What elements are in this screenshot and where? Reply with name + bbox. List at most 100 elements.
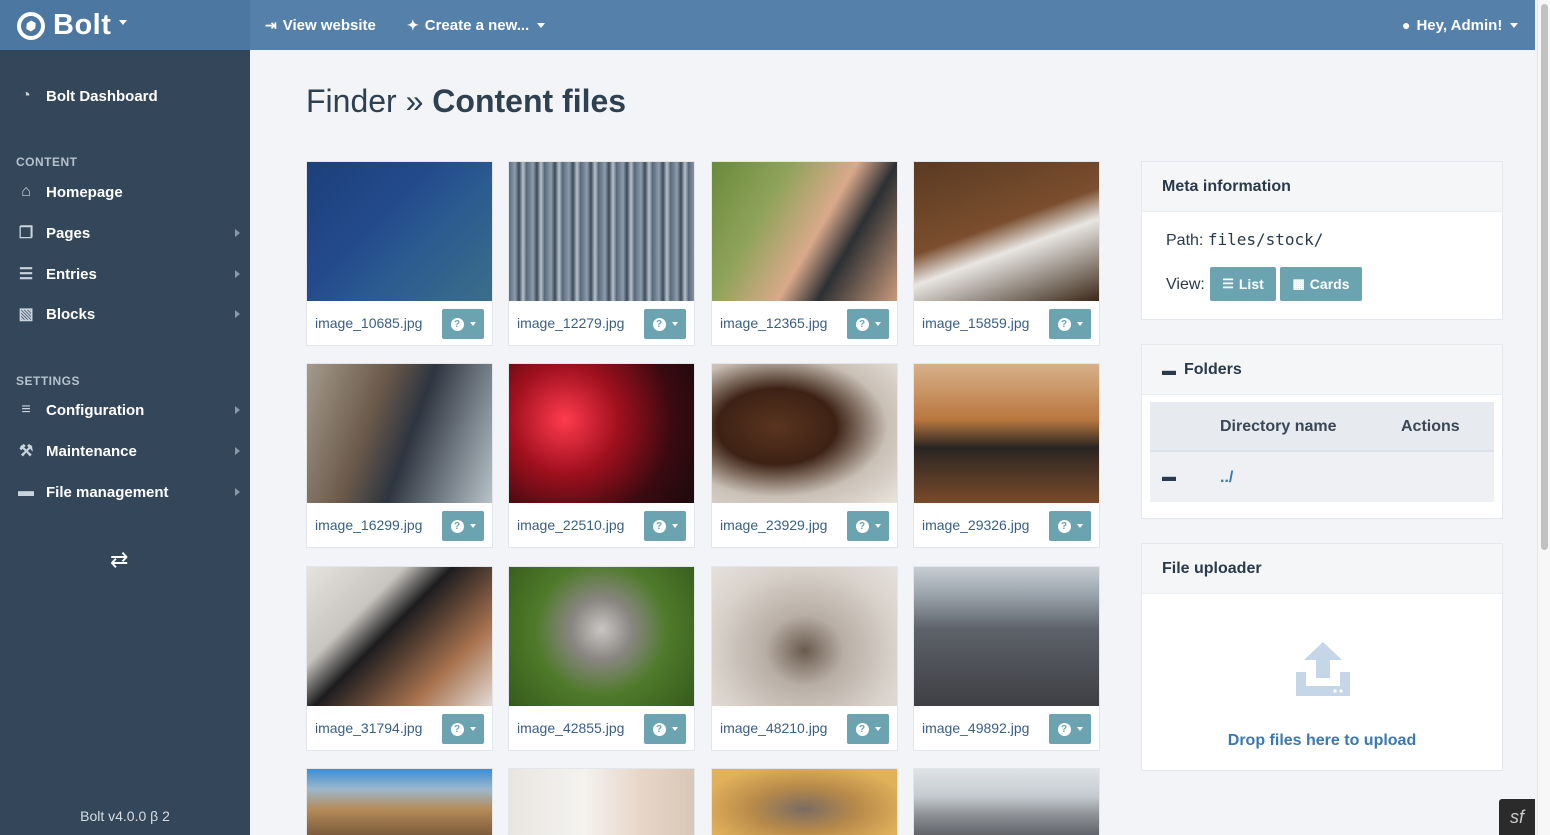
file-thumbnail[interactable] bbox=[712, 162, 897, 301]
sidebar-toggle-icon[interactable]: ⇄ bbox=[110, 547, 128, 573]
file-thumbnail[interactable] bbox=[712, 364, 897, 503]
folders-table-header: Directory name Actions bbox=[1150, 402, 1494, 452]
file-card: image_48210.jpg ? bbox=[711, 566, 898, 751]
sidebar-item-homepage[interactable]: ⌂ Homepage bbox=[0, 174, 250, 210]
folders-heading: ▬ Folders bbox=[1142, 345, 1502, 395]
magic-wand-icon: ✦ bbox=[407, 16, 419, 33]
question-icon: ? bbox=[1057, 317, 1071, 331]
chevron-right-icon bbox=[235, 310, 240, 318]
file-thumbnail[interactable] bbox=[509, 364, 694, 503]
sidebar-item-blocks[interactable]: ▧ Blocks bbox=[0, 296, 250, 332]
file-actions-button[interactable]: ? bbox=[847, 714, 889, 744]
folder-link[interactable]: ../ bbox=[1220, 469, 1233, 487]
file-name-link[interactable]: image_12365.jpg bbox=[720, 315, 827, 331]
question-icon: ? bbox=[450, 317, 464, 331]
file-thumbnail[interactable] bbox=[712, 567, 897, 706]
view-website-link[interactable]: ⇥ View website bbox=[265, 0, 376, 50]
create-new-dropdown[interactable]: ✦ Create a new... bbox=[407, 0, 546, 50]
file-actions-button[interactable]: ? bbox=[644, 714, 686, 744]
sidebar-item-pages[interactable]: ❐ Pages bbox=[0, 215, 250, 251]
blocks-icon: ▧ bbox=[18, 306, 34, 323]
file-card bbox=[711, 768, 898, 835]
file-actions-button[interactable]: ? bbox=[847, 511, 889, 541]
question-icon: ? bbox=[1057, 519, 1071, 533]
brand-menu[interactable]: Bolt bbox=[17, 9, 128, 42]
file-actions-button[interactable]: ? bbox=[644, 511, 686, 541]
file-card bbox=[913, 768, 1100, 835]
sidebar-item-maintenance[interactable]: ⚒ Maintenance bbox=[0, 433, 250, 469]
file-name-link[interactable]: image_10685.jpg bbox=[315, 315, 422, 331]
symfony-toolbar-icon[interactable]: sf bbox=[1499, 799, 1535, 835]
file-thumbnail[interactable] bbox=[307, 162, 492, 301]
file-name-link[interactable]: image_31794.jpg bbox=[315, 720, 422, 736]
file-thumbnail[interactable] bbox=[307, 769, 492, 835]
file-thumbnail[interactable] bbox=[509, 567, 694, 706]
folders-table: Directory name Actions ▬ ../ bbox=[1150, 402, 1494, 502]
sidebar-item-file-management[interactable]: ▬ File management bbox=[0, 474, 250, 510]
file-actions-button[interactable]: ? bbox=[442, 511, 484, 541]
file-thumbnail[interactable] bbox=[509, 162, 694, 301]
page-title: Finder » Content files bbox=[306, 83, 626, 120]
file-actions-button[interactable]: ? bbox=[442, 714, 484, 744]
scrollbar-thumb[interactable] bbox=[1541, 4, 1548, 550]
file-card: image_29326.jpg ? bbox=[913, 363, 1100, 548]
chevron-down-icon bbox=[469, 524, 476, 528]
file-name-link[interactable]: image_15859.jpg bbox=[922, 315, 1029, 331]
cards-view-button[interactable]: ▦ Cards bbox=[1280, 267, 1362, 301]
list-view-button[interactable]: ☰ List bbox=[1210, 267, 1276, 301]
file-thumbnail[interactable] bbox=[307, 567, 492, 706]
sidebar-item-entries[interactable]: ☰ Entries bbox=[0, 256, 250, 292]
chevron-down-icon bbox=[1076, 524, 1083, 528]
file-actions-button[interactable]: ? bbox=[442, 309, 484, 339]
page-scrollbar[interactable] bbox=[1537, 0, 1550, 835]
file-thumbnail[interactable] bbox=[914, 162, 1099, 301]
file-name-link[interactable]: image_42855.jpg bbox=[517, 720, 624, 736]
file-thumbnail[interactable] bbox=[307, 364, 492, 503]
file-actions-button[interactable]: ? bbox=[1049, 309, 1091, 339]
chevron-right-icon bbox=[235, 488, 240, 496]
file-thumbnail[interactable] bbox=[914, 769, 1099, 835]
file-name-link[interactable]: image_29326.jpg bbox=[922, 517, 1029, 533]
chevron-down-icon bbox=[119, 20, 128, 25]
sidebar-item-configuration[interactable]: ≡ Configuration bbox=[0, 392, 250, 428]
file-name-link[interactable]: image_16299.jpg bbox=[315, 517, 422, 533]
file-thumbnail[interactable] bbox=[914, 567, 1099, 706]
upload-icon bbox=[1296, 642, 1350, 696]
file-actions-button[interactable]: ? bbox=[1049, 511, 1091, 541]
user-icon: ● bbox=[1402, 17, 1411, 33]
grid-icon: ▦ bbox=[1292, 276, 1305, 291]
user-menu[interactable]: ● Hey, Admin! bbox=[1402, 0, 1519, 50]
sign-out-icon: ⇥ bbox=[265, 16, 277, 33]
chevron-down-icon bbox=[874, 524, 881, 528]
file-card: image_12365.jpg ? bbox=[711, 161, 898, 346]
sidebar-item-label: Entries bbox=[46, 265, 97, 283]
folders-heading-label: Folders bbox=[1184, 360, 1242, 378]
file-thumbnail[interactable] bbox=[712, 769, 897, 835]
list-view-label: List bbox=[1238, 276, 1264, 292]
chevron-down-icon bbox=[537, 22, 546, 28]
sidebar-item-dashboard[interactable]: ◔ Bolt Dashboard bbox=[0, 78, 250, 114]
file-actions-button[interactable]: ? bbox=[644, 309, 686, 339]
question-icon: ? bbox=[855, 722, 869, 736]
sidebar-item-label: Homepage bbox=[46, 183, 123, 201]
meta-info-heading: Meta information bbox=[1142, 162, 1502, 212]
file-name-link[interactable]: image_22510.jpg bbox=[517, 517, 624, 533]
file-thumbnail[interactable] bbox=[914, 364, 1099, 503]
file-thumbnail[interactable] bbox=[509, 769, 694, 835]
file-actions-button[interactable]: ? bbox=[1049, 714, 1091, 744]
chevron-right-icon bbox=[235, 270, 240, 278]
file-uploader-heading: File uploader bbox=[1142, 544, 1502, 594]
question-icon: ? bbox=[652, 317, 666, 331]
file-actions-button[interactable]: ? bbox=[847, 309, 889, 339]
file-card: image_16299.jpg ? bbox=[306, 363, 493, 548]
file-name-link[interactable]: image_12279.jpg bbox=[517, 315, 624, 331]
tachometer-icon: ◔ bbox=[21, 87, 31, 104]
file-name-link[interactable]: image_23929.jpg bbox=[720, 517, 827, 533]
sidebar-item-label: Pages bbox=[46, 224, 91, 242]
file-name-link[interactable]: image_49892.jpg bbox=[922, 720, 1029, 736]
upload-dropzone[interactable]: Drop files here to upload bbox=[1142, 595, 1502, 771]
chevron-down-icon bbox=[1076, 322, 1083, 326]
file-name-link[interactable]: image_48210.jpg bbox=[720, 720, 827, 736]
pages-icon: ❐ bbox=[18, 225, 34, 242]
file-card bbox=[306, 768, 493, 835]
